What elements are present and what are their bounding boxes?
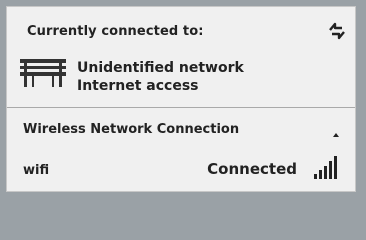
connection-name: wifi — [23, 163, 50, 178]
bench-network-icon — [18, 57, 68, 89]
wifi-connection-row[interactable]: wifi Connected — [7, 153, 355, 185]
collapse-arrow-icon[interactable] — [330, 125, 342, 137]
network-access: Internet access — [77, 78, 199, 94]
connection-status: Connected — [207, 160, 297, 178]
section-title: Wireless Network Connection — [23, 122, 240, 137]
network-info: Unidentified network Internet access — [77, 59, 244, 95]
divider — [7, 107, 355, 108]
header-title: Currently connected to: — [27, 24, 204, 39]
network-name: Unidentified network — [77, 60, 244, 76]
refresh-icon[interactable] — [325, 19, 349, 43]
network-flyout: Currently connected to: Unidentified net… — [6, 6, 356, 192]
signal-strength-icon — [313, 153, 341, 181]
